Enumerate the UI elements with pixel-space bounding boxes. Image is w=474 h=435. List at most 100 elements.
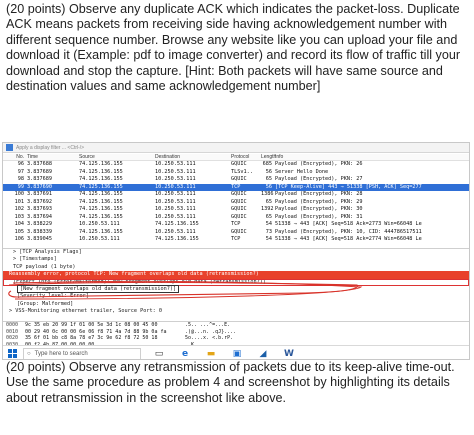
packet-cell-info: Payload (Encrypted), PKN: 10, CID: 44478… (275, 228, 422, 235)
packet-cell-proto: GQUIC (231, 206, 247, 212)
packet-cell-info: Payload (Encrypted), PKN: 31 (275, 213, 363, 220)
hex-ascii: 5o....x. <.b.rP. (185, 335, 234, 342)
detail-text: [Expert Info (Error/Malformed): New frag… (13, 278, 266, 285)
packet-cell-proto: GQUIC (231, 191, 247, 197)
packet-cell-time: 3.838339 (27, 228, 52, 235)
packet-row[interactable]: 96 3.837688 74.125.136.155 10.250.53.111 GQU… (3, 161, 469, 169)
display-filter-input[interactable]: Apply a display filter ... <Ctrl-/> (16, 145, 84, 151)
packet-cell-src: 74.125.136.155 (79, 191, 123, 197)
packet-cell-src: 10.250.53.111 (79, 221, 120, 227)
packet-cell-time: 3.837688 (27, 161, 52, 167)
packet-cell-no: 100 (14, 191, 24, 197)
packet-cell-dst: 10.250.53.111 (155, 191, 196, 197)
taskbar-search-placeholder: Type here to search (34, 350, 88, 357)
packet-row-selected[interactable]: 99 3.837690 74.125.136.155 10.250.53.111 TCP… (3, 183, 469, 191)
packet-cell-no: 103 (14, 213, 24, 220)
windows-taskbar: ○ Type here to search ▭ e ▬ ▣ ◢ W (3, 345, 469, 360)
packet-cell-src: 74.125.136.155 (79, 228, 123, 235)
detail-line[interactable]: > [TCP Analysis Flags] (3, 249, 469, 256)
detail-line[interactable]: > VSS-Monitoring ethernet trailer, Sourc… (3, 308, 469, 315)
detail-text: > [TCP Analysis Flags] (13, 249, 82, 255)
column-header[interactable]: Protocol (231, 154, 261, 160)
packet-cell-src: 74.125.136.155 (79, 176, 123, 182)
detail-text: > [Timestamps] (13, 256, 57, 263)
detail-text: [Severity level: Error] (17, 293, 89, 300)
packet-cell-len: 56 (265, 168, 272, 175)
wireshark-screenshot: Apply a display filter ... <Ctrl-/> No. … (2, 142, 470, 360)
column-header[interactable]: No. (3, 154, 27, 160)
wireshark-taskbar-icon[interactable]: ◢ (255, 348, 271, 360)
packet-cell-time: 3.837689 (27, 176, 52, 182)
packet-cell-src: 74.125.136.155 (79, 183, 123, 190)
packet-cell-len: 65 (265, 198, 272, 205)
packet-cell-no: 99 (17, 183, 24, 190)
packet-cell-src: 74.125.136.155 (79, 161, 123, 167)
hex-row: 0000 9c 35 eb 20 99 1f 01 00 5e 3d 1c 08 … (3, 322, 469, 329)
packet-cell-time: 3.837690 (27, 183, 52, 190)
packet-details-pane: > [TCP Analysis Flags] > [Timestamps] TCP … (3, 248, 469, 321)
packet-cell-proto: GQUIC (231, 228, 247, 235)
word-icon[interactable]: W (281, 348, 297, 360)
packet-row[interactable]: 97 3.837689 74.125.136.155 10.250.53.111 TLS… (3, 169, 469, 177)
packet-list-header: No. Time Source Destination Protocol Len… (3, 154, 469, 161)
column-header[interactable]: Info (275, 154, 469, 160)
column-header[interactable]: Time (27, 154, 79, 160)
packet-cell-proto: GQUIC (231, 161, 247, 167)
packet-row[interactable]: 106 3.839045 10.250.53.111 74.125.136.155 TC… (3, 236, 469, 244)
hex-off: 0020 (6, 335, 19, 342)
windows-start-icon[interactable] (8, 349, 17, 358)
file-explorer-icon[interactable]: ▬ (203, 348, 219, 360)
packet-cell-proto: GQUIC (231, 176, 247, 182)
packet-row[interactable]: 100 3.837691 74.125.136.155 10.250.53.111 GQ… (3, 191, 469, 199)
packet-row[interactable]: 103 3.837694 74.125.136.155 10.250.53.111 GQ… (3, 214, 469, 222)
packet-row[interactable]: 102 3.837693 74.125.136.155 10.250.53.111 GQ… (3, 206, 469, 214)
packet-cell-no: 106 (14, 236, 24, 242)
packet-row[interactable]: 104 3.838229 10.250.53.111 74.125.136.155 TC… (3, 221, 469, 229)
packet-cell-info: Payload (Encrypted), PKN: 27 (275, 176, 363, 182)
column-header[interactable]: Length (261, 154, 276, 160)
packet-cell-proto: TCP (231, 183, 241, 190)
packet-cell-time: 3.837693 (27, 206, 52, 212)
packet-cell-dst: 10.250.53.111 (155, 183, 196, 190)
hex-dump-pane: 0000 9c 35 eb 20 99 1f 01 00 5e 3d 1c 08 … (3, 321, 469, 348)
packet-cell-dst: 10.250.53.111 (155, 198, 196, 205)
column-header[interactable]: Source (79, 154, 155, 160)
reassembly-error-line[interactable]: Reassembly error, protocol TCP: New frag… (3, 271, 469, 279)
display-filter-bar[interactable]: Apply a display filter ... <Ctrl-/> (3, 143, 469, 153)
packet-cell-proto: TCP (231, 221, 241, 227)
packet-cell-time: 3.837689 (27, 168, 52, 175)
packet-cell-no: 104 (14, 221, 24, 227)
packet-row[interactable]: 101 3.837692 74.125.136.155 10.250.53.111 GQ… (3, 199, 469, 207)
packet-cell-info: Payload (Encrypted), PKN: 29 (275, 198, 363, 205)
packet-row[interactable]: 98 3.837689 74.125.136.155 10.250.53.111 GQU… (3, 176, 469, 184)
packet-row[interactable]: 105 3.838339 74.125.136.155 10.250.53.111 GQ… (3, 229, 469, 237)
detail-line[interactable]: [New fragment overlaps old data (retrans… (3, 284, 469, 293)
detail-text: Reassembly error, protocol TCP: New frag… (9, 271, 259, 278)
detail-line[interactable]: [Group: Malformed] (3, 301, 469, 308)
packet-cell-proto: TLSv1.. (231, 168, 253, 175)
task-view-icon[interactable]: ▭ (151, 348, 167, 360)
question-1-text: (20 points) Observe any duplicate ACK wh… (6, 2, 461, 94)
detail-line[interactable]: > [Timestamps] (3, 256, 469, 263)
packet-cell-no: 96 (17, 161, 24, 167)
column-header[interactable]: Destination (155, 154, 231, 160)
detail-line[interactable]: [Severity level: Error] (3, 293, 469, 300)
question-2-text: (20 points) Observe any retransmission o… (6, 360, 455, 405)
packet-cell-no: 102 (14, 206, 24, 212)
hex-bytes: 00 29 40 0c 00 00 6e 06 f8 71 4a 7d 88 9… (25, 328, 167, 335)
store-icon[interactable]: ▣ (229, 348, 245, 360)
search-icon: ○ (27, 350, 31, 357)
bookmark-icon (6, 144, 13, 151)
packet-cell-info: 51338 → 443 [ACK] Seq=518 Ack=2773 Win=6… (275, 221, 422, 227)
packet-cell-src: 74.125.136.155 (79, 168, 123, 175)
packet-cell-src: 10.250.53.111 (79, 236, 120, 242)
packet-cell-len: 685 (262, 161, 272, 167)
hex-bytes: 9c 35 eb 20 99 1f 01 00 5e 3d 1c 08 00 4… (25, 322, 158, 328)
edge-browser-icon[interactable]: e (177, 348, 193, 360)
detail-text: [Group: Malformed] (17, 300, 74, 307)
hex-ascii: .)@...n. .qJ}.... (185, 328, 237, 335)
detail-line[interactable]: TCP payload (1 byte) (3, 264, 469, 271)
taskbar-search-box[interactable]: ○ Type here to search (23, 347, 141, 359)
hex-row: 0020 35 6f 01 bb c8 8a 78 e7 3c 9e 62 f8 … (3, 335, 469, 342)
packet-cell-dst: 10.250.53.111 (155, 228, 196, 235)
